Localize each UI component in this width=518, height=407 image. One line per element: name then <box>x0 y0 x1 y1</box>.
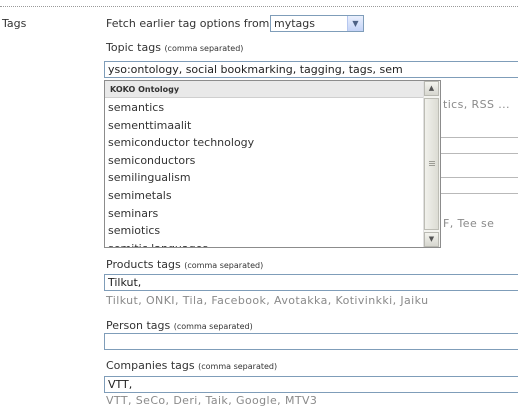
person-tags-input[interactable] <box>104 333 518 350</box>
suggestion-item[interactable]: semantics <box>105 99 425 117</box>
scroll-down-button[interactable]: ▼ <box>424 232 439 247</box>
chevron-down-icon[interactable]: ▼ <box>347 16 363 31</box>
suggestion-item[interactable]: semilingualism <box>105 169 425 187</box>
hidden-field-1[interactable] <box>440 137 518 154</box>
grip-line <box>429 161 435 162</box>
companies-tag-suggestions[interactable]: VTT, SeCo, Deri, Taik, Google, MTV3 <box>106 394 317 407</box>
suggestion-item[interactable]: semiotics <box>105 222 425 240</box>
hidden-field-2[interactable] <box>440 177 518 194</box>
autocomplete-dropdown[interactable]: KOKO Ontology semantics sementtimaalit s… <box>104 80 441 248</box>
topic-tags-input[interactable]: yso:ontology, social bookmarking, taggin… <box>104 61 518 78</box>
tags-row-label: Tags <box>2 17 27 30</box>
scroll-up-button[interactable]: ▲ <box>424 81 439 96</box>
suggestion-item[interactable]: sementtimaalit <box>105 117 425 135</box>
products-tag-suggestions[interactable]: Tilkut, ONKI, Tila, Facebook, Avotakka, … <box>106 294 428 307</box>
dotted-divider <box>0 6 518 7</box>
suggestion-item[interactable]: semimetals <box>105 187 425 205</box>
products-tags-note: (comma separated) <box>184 261 264 270</box>
grip-line <box>429 165 435 166</box>
dropdown-scrollbar[interactable]: ▲ ▼ <box>423 81 440 247</box>
suggestion-item[interactable]: semiconductor technology <box>105 134 425 152</box>
person-tags-note: (comma separated) <box>173 322 253 331</box>
companies-tags-input[interactable]: VTT, <box>104 376 518 393</box>
companies-tags-note: (comma separated) <box>198 362 278 371</box>
companies-tags-label-text: Companies tags <box>106 359 195 372</box>
topic-suggestions-partial: tics, RSS ... <box>443 98 510 111</box>
topic-tags-label: Topic tags (comma separated) <box>106 41 243 54</box>
fetch-source-select[interactable]: mytags ▼ <box>270 15 364 32</box>
topic-tags-note: (comma separated) <box>164 44 244 53</box>
person-tags-label-text: Person tags <box>106 319 171 332</box>
tags-form: Tags Fetch earlier tag options from myta… <box>0 0 518 407</box>
ontology-group-header: KOKO Ontology <box>105 81 425 98</box>
products-tags-label: Products tags (comma separated) <box>106 258 263 271</box>
fetch-source-value: mytags <box>274 17 315 30</box>
person-tags-label: Person tags (comma separated) <box>106 319 253 332</box>
grip-line <box>429 163 435 164</box>
topic-tags-label-text: Topic tags <box>106 41 161 54</box>
products-tags-label-text: Products tags <box>106 258 181 271</box>
fetch-label: Fetch earlier tag options from <box>106 17 270 30</box>
suggestion-item[interactable]: semitic languages <box>105 240 425 247</box>
scrollbar-thumb[interactable] <box>424 98 439 230</box>
suggestion-list: semantics sementtimaalit semiconductor t… <box>105 99 425 247</box>
suggestion-item[interactable]: semiconductors <box>105 152 425 170</box>
suggestion-item[interactable]: seminars <box>105 205 425 223</box>
products-tags-input[interactable]: Tilkut, <box>104 274 518 291</box>
companies-tags-label: Companies tags (comma separated) <box>106 359 277 372</box>
hidden-suggestions-partial: F, Tee se <box>443 217 495 230</box>
